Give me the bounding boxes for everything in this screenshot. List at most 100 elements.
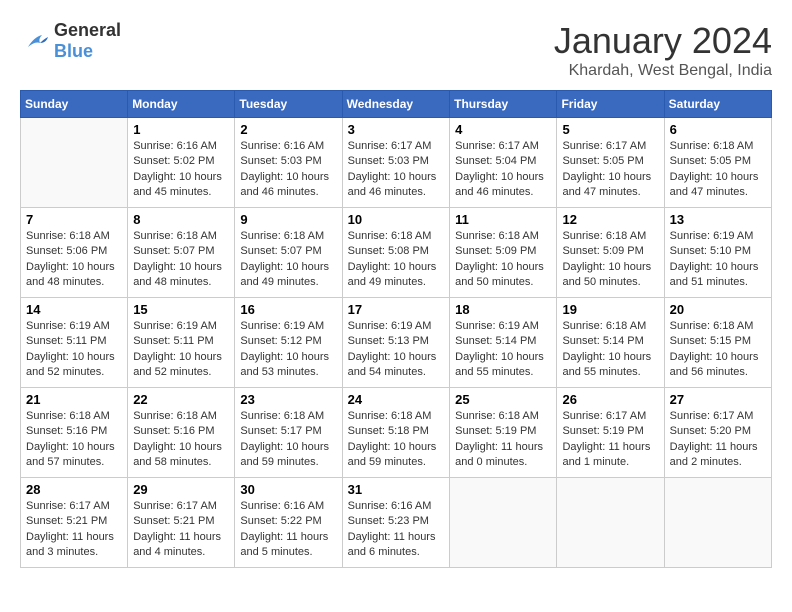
day-info: Sunrise: 6:18 AMSunset: 5:15 PMDaylight:…	[670, 319, 766, 381]
calendar-cell: 21 Sunrise: 6:18 AMSunset: 5:16 PMDayligh…	[21, 388, 128, 478]
weekday-header: Friday	[557, 91, 664, 118]
day-info: Sunrise: 6:18 AMSunset: 5:16 PMDaylight:…	[133, 409, 229, 471]
day-number: 6	[670, 122, 766, 137]
calendar-cell: 22 Sunrise: 6:18 AMSunset: 5:16 PMDayligh…	[128, 388, 235, 478]
calendar-cell: 13 Sunrise: 6:19 AMSunset: 5:10 PMDayligh…	[664, 208, 771, 298]
day-info: Sunrise: 6:17 AMSunset: 5:03 PMDaylight:…	[348, 139, 445, 201]
calendar-cell: 23Sunrise: 6:18 AMSunset: 5:17 PMDayligh…	[235, 388, 342, 478]
calendar-cell: 24 Sunrise: 6:18 AMSunset: 5:18 PMDayligh…	[342, 388, 450, 478]
day-number: 7	[26, 212, 122, 227]
weekday-header: Sunday	[21, 91, 128, 118]
day-number: 21	[26, 392, 122, 407]
day-number: 13	[670, 212, 766, 227]
day-info: Sunrise: 6:18 AMSunset: 5:14 PMDaylight:…	[562, 319, 658, 381]
calendar-cell	[21, 118, 128, 208]
day-number: 24	[348, 392, 445, 407]
calendar-cell: 15 Sunrise: 6:19 AMSunset: 5:11 PMDayligh…	[128, 298, 235, 388]
day-number: 28	[26, 482, 122, 497]
calendar-cell	[450, 478, 557, 568]
logo: General Blue	[20, 20, 121, 62]
day-number: 22	[133, 392, 229, 407]
calendar-cell: 30Sunrise: 6:16 AMSunset: 5:22 PMDayligh…	[235, 478, 342, 568]
day-info: Sunrise: 6:18 AMSunset: 5:18 PMDaylight:…	[348, 409, 445, 471]
day-number: 10	[348, 212, 445, 227]
calendar-cell: 9Sunrise: 6:18 AMSunset: 5:07 PMDaylight…	[235, 208, 342, 298]
day-number: 3	[348, 122, 445, 137]
day-number: 26	[562, 392, 658, 407]
day-number: 29	[133, 482, 229, 497]
day-number: 12	[562, 212, 658, 227]
weekday-header: Monday	[128, 91, 235, 118]
day-info: Sunrise: 6:19 AMSunset: 5:13 PMDaylight:…	[348, 319, 445, 381]
day-info: Sunrise: 6:19 AMSunset: 5:11 PMDaylight:…	[133, 319, 229, 381]
day-number: 19	[562, 302, 658, 317]
calendar-cell: 19 Sunrise: 6:18 AMSunset: 5:14 PMDayligh…	[557, 298, 664, 388]
calendar-cell: 4Sunrise: 6:17 AMSunset: 5:04 PMDaylight…	[450, 118, 557, 208]
day-number: 25	[455, 392, 551, 407]
calendar-cell: 11Sunrise: 6:18 AMSunset: 5:09 PMDayligh…	[450, 208, 557, 298]
day-info: Sunrise: 6:18 AMSunset: 5:19 PMDaylight:…	[455, 409, 551, 471]
day-info: Sunrise: 6:16 AMSunset: 5:23 PMDaylight:…	[348, 499, 445, 561]
day-info: Sunrise: 6:17 AMSunset: 5:05 PMDaylight:…	[562, 139, 658, 201]
logo-blue: Blue	[54, 41, 93, 61]
day-info: Sunrise: 6:18 AMSunset: 5:08 PMDaylight:…	[348, 229, 445, 291]
calendar-header-row: SundayMondayTuesdayWednesdayThursdayFrid…	[21, 91, 772, 118]
day-info: Sunrise: 6:18 AMSunset: 5:06 PMDaylight:…	[26, 229, 122, 291]
day-number: 18	[455, 302, 551, 317]
weekday-header: Tuesday	[235, 91, 342, 118]
calendar-cell	[664, 478, 771, 568]
calendar-cell: 14Sunrise: 6:19 AMSunset: 5:11 PMDayligh…	[21, 298, 128, 388]
calendar-cell: 20 Sunrise: 6:18 AMSunset: 5:15 PMDayligh…	[664, 298, 771, 388]
day-number: 27	[670, 392, 766, 407]
calendar-cell: 7 Sunrise: 6:18 AMSunset: 5:06 PMDaylight…	[21, 208, 128, 298]
weekday-header: Saturday	[664, 91, 771, 118]
day-number: 2	[240, 122, 336, 137]
logo-general: General	[54, 20, 121, 41]
day-info: Sunrise: 6:17 AMSunset: 5:21 PMDaylight:…	[133, 499, 229, 561]
day-number: 9	[240, 212, 336, 227]
day-info: Sunrise: 6:18 AMSunset: 5:09 PMDaylight:…	[562, 229, 658, 291]
calendar-cell: 18 Sunrise: 6:19 AMSunset: 5:14 PMDayligh…	[450, 298, 557, 388]
calendar-cell: 26Sunrise: 6:17 AMSunset: 5:19 PMDayligh…	[557, 388, 664, 478]
day-number: 1	[133, 122, 229, 137]
calendar-cell: 16 Sunrise: 6:19 AMSunset: 5:12 PMDayligh…	[235, 298, 342, 388]
day-number: 16	[240, 302, 336, 317]
calendar-cell: 10 Sunrise: 6:18 AMSunset: 5:08 PMDayligh…	[342, 208, 450, 298]
day-info: Sunrise: 6:17 AMSunset: 5:20 PMDaylight:…	[670, 409, 766, 471]
day-info: Sunrise: 6:16 AMSunset: 5:02 PMDaylight:…	[133, 139, 229, 201]
calendar-cell: 3 Sunrise: 6:17 AMSunset: 5:03 PMDaylight…	[342, 118, 450, 208]
day-number: 20	[670, 302, 766, 317]
day-info: Sunrise: 6:18 AMSunset: 5:05 PMDaylight:…	[670, 139, 766, 201]
week-row: 14 Sunrise: 6:19 AMSunset: 5:11 PMDayligh…	[21, 298, 772, 388]
week-row: 28 Sunrise: 6:17 AMSunset: 5:21 PMDayligh…	[21, 478, 772, 568]
day-info: Sunrise: 6:17 AMSunset: 5:04 PMDaylight:…	[455, 139, 551, 201]
calendar-cell: 25 Sunrise: 6:18 AMSunset: 5:19 PMDayligh…	[450, 388, 557, 478]
calendar-cell: 31 Sunrise: 6:16 AMSunset: 5:23 PMDayligh…	[342, 478, 450, 568]
calendar-cell: 27 Sunrise: 6:17 AMSunset: 5:20 PMDayligh…	[664, 388, 771, 478]
header-title-block: January 2024 Khardah, West Bengal, India	[554, 20, 772, 80]
day-number: 30	[240, 482, 336, 497]
day-number: 15	[133, 302, 229, 317]
day-info: Sunrise: 6:18 AMSunset: 5:09 PMDaylight:…	[455, 229, 551, 291]
day-info: Sunrise: 6:18 AMSunset: 5:16 PMDaylight:…	[26, 409, 122, 471]
calendar-cell	[557, 478, 664, 568]
calendar-cell: 5 Sunrise: 6:17 AMSunset: 5:05 PMDaylight…	[557, 118, 664, 208]
calendar-cell: 12 Sunrise: 6:18 AMSunset: 5:09 PMDayligh…	[557, 208, 664, 298]
calendar-cell: 2 Sunrise: 6:16 AMSunset: 5:03 PMDaylight…	[235, 118, 342, 208]
week-row: 1 Sunrise: 6:16 AMSunset: 5:02 PMDaylight…	[21, 118, 772, 208]
day-info: Sunrise: 6:16 AMSunset: 5:03 PMDaylight:…	[240, 139, 336, 201]
calendar-cell: 6 Sunrise: 6:18 AMSunset: 5:05 PMDaylight…	[664, 118, 771, 208]
day-number: 5	[562, 122, 658, 137]
day-number: 17	[348, 302, 445, 317]
day-number: 23	[240, 392, 336, 407]
day-number: 14	[26, 302, 122, 317]
day-info: Sunrise: 6:19 AMSunset: 5:14 PMDaylight:…	[455, 319, 551, 381]
day-info: Sunrise: 6:19 AMSunset: 5:10 PMDaylight:…	[670, 229, 766, 291]
week-row: 7 Sunrise: 6:18 AMSunset: 5:06 PMDaylight…	[21, 208, 772, 298]
day-number: 31	[348, 482, 445, 497]
day-info: Sunrise: 6:19 AMSunset: 5:12 PMDaylight:…	[240, 319, 336, 381]
day-info: Sunrise: 6:17 AMSunset: 5:21 PMDaylight:…	[26, 499, 122, 561]
logo-bird-icon	[20, 29, 50, 53]
week-row: 21 Sunrise: 6:18 AMSunset: 5:16 PMDayligh…	[21, 388, 772, 478]
calendar-cell: 8Sunrise: 6:18 AMSunset: 5:07 PMDaylight…	[128, 208, 235, 298]
